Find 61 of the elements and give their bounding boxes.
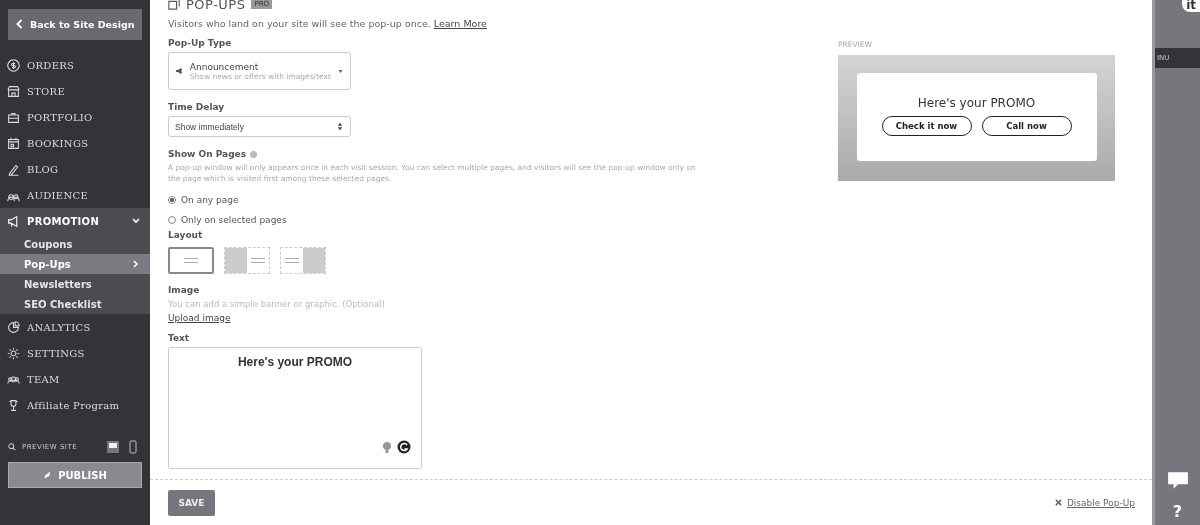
learn-more-link[interactable]: Learn More (433, 18, 487, 29)
updown-icon (336, 122, 344, 131)
layout-image-left-option[interactable] (224, 246, 270, 274)
popup-heading: Here's your PROMO (917, 96, 1036, 110)
pen-icon (7, 162, 20, 176)
calendar-icon (7, 136, 20, 150)
nav-item[interactable]: PROMOTION (0, 208, 150, 234)
field-label: Text (168, 332, 191, 343)
upload-image-link[interactable]: Upload image (168, 312, 698, 323)
nav-item[interactable]: BOOKINGS (0, 130, 150, 156)
field-label: Time Delay (168, 102, 226, 112)
layout-center-option[interactable] (168, 246, 214, 274)
dollar-icon (7, 58, 20, 72)
back-to-site-design-button[interactable]: Back to Site Design (8, 9, 142, 40)
trophy-icon (7, 398, 20, 412)
exit-label[interactable]: it (1182, 0, 1200, 12)
field-label: Layout (168, 229, 204, 240)
radio-label: Only on selected pages (181, 214, 287, 225)
radio-label: On any page (181, 194, 239, 205)
nav-item[interactable]: PORTFOLIO (0, 104, 150, 130)
nav-subitem[interactable]: Pop-Ups (0, 254, 150, 274)
close-icon (1054, 499, 1062, 506)
layout-image-right-option[interactable] (280, 246, 326, 274)
nav-item[interactable]: ORDERS (0, 52, 150, 78)
field-label: Show On Pages (168, 149, 247, 159)
time-delay-select[interactable]: Show immediately (168, 116, 351, 137)
text-editor[interactable]: Here's your PROMO (168, 346, 422, 469)
field-label: Pop-Up Type (168, 38, 233, 48)
mobile-icon[interactable] (126, 440, 140, 454)
disable-popup-link[interactable]: Disable Pop-Up (1066, 497, 1135, 508)
nav-item[interactable]: ANALYTICS (0, 314, 150, 340)
radio-button[interactable] (168, 195, 176, 204)
intro-text: Visitors who land on your site will see the pop-up once. (168, 18, 431, 29)
nav-item[interactable]: SETTINGS (0, 340, 150, 366)
desktop-icon[interactable] (106, 440, 120, 454)
copy-icon (168, 0, 180, 10)
store-icon (7, 84, 20, 98)
nav-subitem[interactable]: Coupons (0, 234, 150, 254)
nav-item[interactable]: AUDIENCE (0, 182, 150, 208)
save-button[interactable]: SAVE (168, 489, 215, 516)
help-icon[interactable] (249, 149, 259, 159)
hint-text: You can add a simple banner or graphic. (Optional) (168, 298, 386, 309)
nav-item[interactable]: STORE (0, 78, 150, 104)
help-button[interactable]: ? (1155, 502, 1200, 521)
nav-subitem[interactable]: SEO Checklist (0, 294, 150, 314)
nav-item[interactable]: BLOG (0, 156, 150, 182)
nav-subitem[interactable]: Newsletters (0, 274, 150, 294)
gear-icon (7, 346, 20, 360)
chat-icon (1166, 471, 1189, 491)
nav-item[interactable]: Affiliate Program (0, 392, 150, 418)
briefcase-icon (7, 110, 20, 124)
chevron-left-icon (15, 19, 24, 29)
megaphone-icon (175, 66, 184, 76)
rocket-icon (43, 469, 53, 480)
search-icon (8, 443, 16, 451)
grammar-checker-icon[interactable] (397, 439, 411, 454)
pie-chart-icon (7, 320, 20, 334)
chevron-icon (131, 259, 141, 269)
nav-item[interactable]: TEAM (0, 366, 150, 392)
field-label: Image (168, 284, 201, 295)
megaphone-icon (7, 214, 20, 228)
